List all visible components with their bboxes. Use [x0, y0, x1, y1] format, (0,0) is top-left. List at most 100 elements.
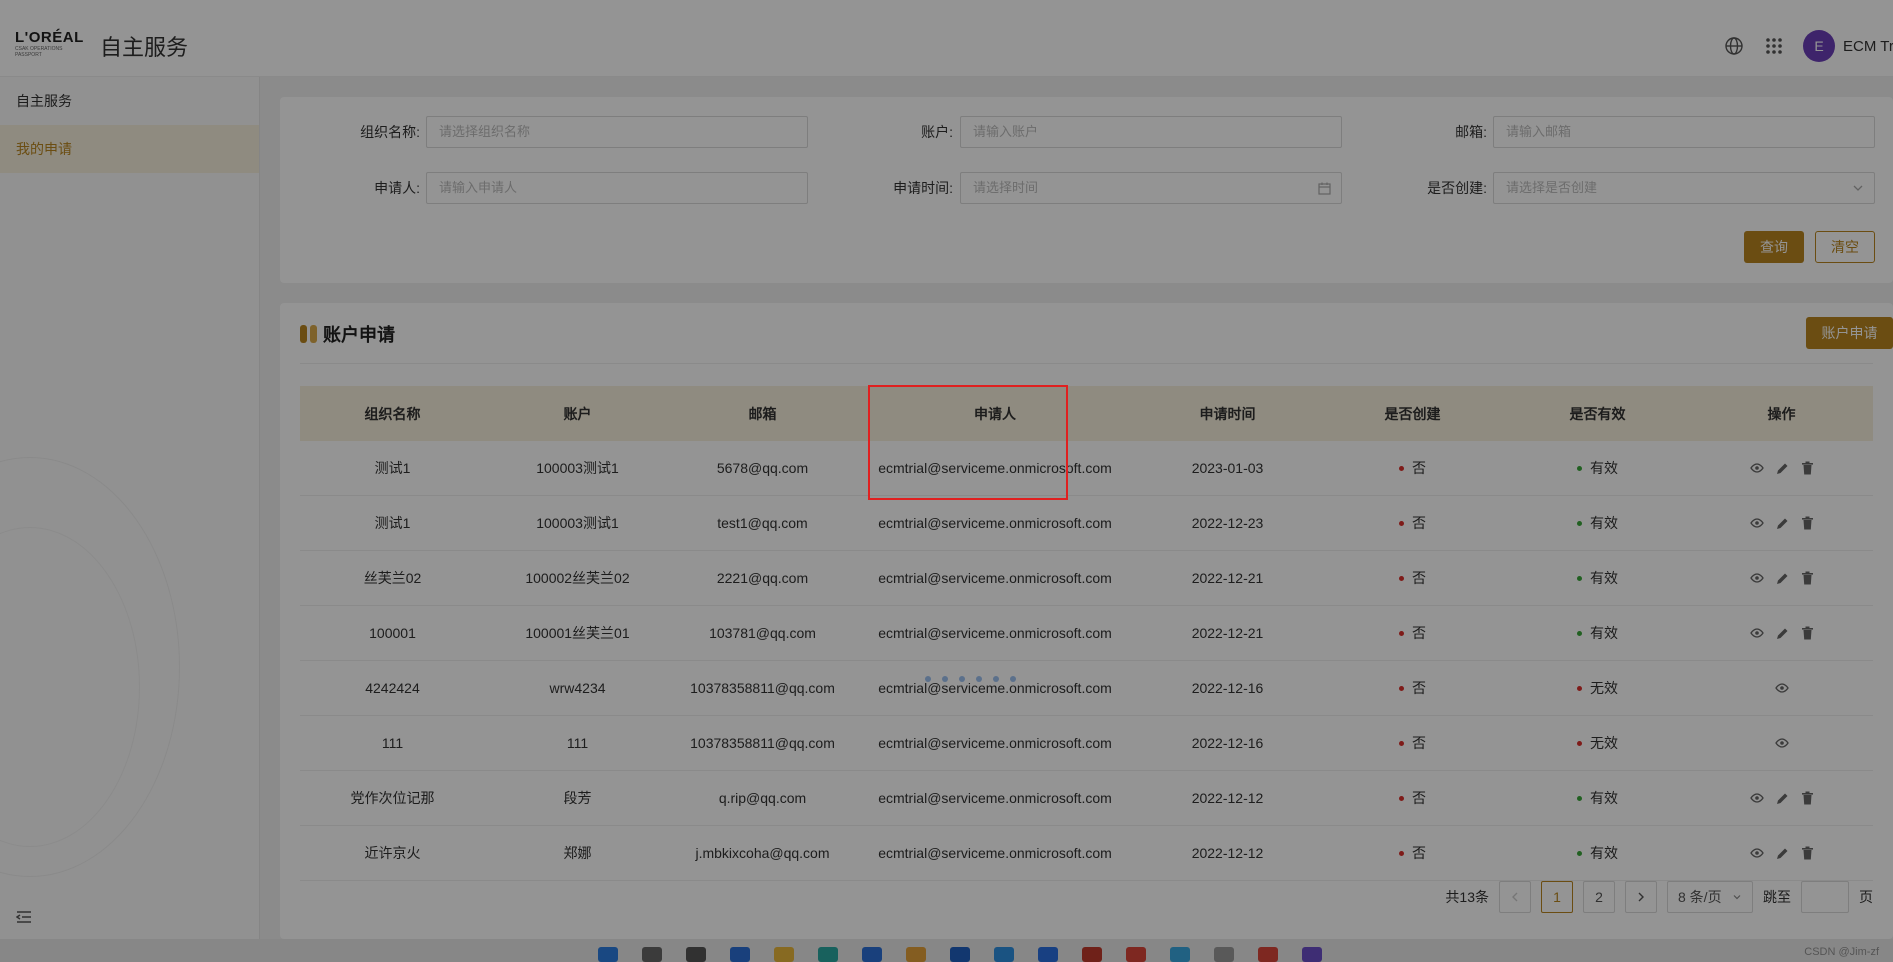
- cell-valid: 有效: [1505, 826, 1690, 880]
- cell-valid: 有效: [1505, 551, 1690, 605]
- valid-status: 有效: [1590, 625, 1618, 641]
- apply-account-button[interactable]: 账户申请: [1806, 317, 1893, 349]
- calendar-icon: [1318, 173, 1331, 206]
- view-icon[interactable]: [1774, 683, 1789, 693]
- task-view-icon[interactable]: [686, 947, 706, 962]
- delete-icon[interactable]: [1801, 571, 1814, 585]
- status-dot: [1577, 795, 1582, 801]
- prev-page-button[interactable]: [1499, 881, 1531, 913]
- page-2-button[interactable]: 2: [1583, 881, 1615, 913]
- page-size-select[interactable]: 8 条/页: [1667, 881, 1753, 913]
- vscode-icon[interactable]: [994, 947, 1014, 962]
- widgets-icon[interactable]: [730, 947, 750, 962]
- cell-created: 否: [1320, 771, 1505, 825]
- globe-icon[interactable]: [1723, 35, 1745, 57]
- store-icon[interactable]: [862, 947, 882, 962]
- app-icon[interactable]: [1038, 947, 1058, 962]
- cell-org: 近许京火: [364, 845, 421, 861]
- page-1-button[interactable]: 1: [1541, 881, 1573, 913]
- cell-created: 否: [1320, 606, 1505, 660]
- status-dot: [1577, 685, 1582, 691]
- view-icon[interactable]: [1774, 738, 1789, 748]
- delete-icon[interactable]: [1801, 791, 1814, 805]
- view-icon[interactable]: [1749, 793, 1764, 803]
- email-input[interactable]: 请输入邮箱: [1493, 116, 1875, 148]
- edit-icon[interactable]: [1776, 792, 1789, 805]
- collapse-menu-icon[interactable]: [15, 910, 32, 927]
- query-button[interactable]: 查询: [1744, 231, 1804, 263]
- search-icon[interactable]: [642, 947, 662, 962]
- view-icon[interactable]: [1749, 573, 1764, 583]
- teams-icon[interactable]: [1302, 947, 1322, 962]
- cell-valid: 有效: [1505, 606, 1690, 660]
- edge-icon[interactable]: [818, 947, 838, 962]
- table-row: 测试1 100003测试1 test1@qq.com ecmtrial@service…: [300, 496, 1873, 551]
- valid-status: 有效: [1590, 515, 1618, 531]
- app-icon[interactable]: [1214, 947, 1234, 962]
- time-picker[interactable]: 请选择时间: [960, 172, 1342, 204]
- chrome-icon[interactable]: [1126, 947, 1146, 962]
- delete-icon[interactable]: [1801, 461, 1814, 475]
- chrome-icon[interactable]: [1258, 947, 1278, 962]
- browser-top-strip: [0, 0, 1893, 12]
- created-status: 否: [1412, 515, 1426, 531]
- chevron-down-icon: [1733, 895, 1741, 900]
- delete-icon[interactable]: [1801, 846, 1814, 860]
- app-icon[interactable]: [1082, 947, 1102, 962]
- main-content: 组织名称: 请选择组织名称 账户: 请输入账户 邮箱: 请输入邮箱 申请人: 请…: [260, 77, 1893, 939]
- cell-actions: [1690, 551, 1873, 605]
- app-icon[interactable]: [906, 947, 926, 962]
- delete-icon[interactable]: [1801, 626, 1814, 640]
- view-icon[interactable]: [1749, 463, 1764, 473]
- org-label: 组织名称:: [360, 124, 420, 140]
- account-input[interactable]: 请输入账户: [960, 116, 1342, 148]
- cell-actions: [1690, 771, 1873, 825]
- edit-icon[interactable]: [1776, 572, 1789, 585]
- user-avatar[interactable]: E: [1803, 30, 1835, 62]
- delete-icon[interactable]: [1801, 516, 1814, 530]
- file-explorer-icon[interactable]: [774, 947, 794, 962]
- valid-status: 有效: [1590, 460, 1618, 476]
- clear-button[interactable]: 清空: [1815, 231, 1875, 263]
- cell-actions: [1690, 716, 1873, 770]
- windows-start-icon[interactable]: [598, 947, 618, 962]
- section-title: 账户申请: [300, 321, 395, 347]
- app-icon[interactable]: [1170, 947, 1190, 962]
- created-status: 否: [1412, 460, 1426, 476]
- cell-actions: [1690, 606, 1873, 660]
- cell-applicant: ecmtrial@serviceme.onmicrosoft.com: [878, 845, 1112, 861]
- view-icon[interactable]: [1749, 848, 1764, 858]
- view-icon[interactable]: [1749, 628, 1764, 638]
- sidebar-item-my-applications[interactable]: 我的申请: [0, 125, 259, 173]
- cell-account: 111: [566, 735, 589, 751]
- jump-page-input[interactable]: [1801, 881, 1849, 913]
- app-title: 自主服务: [100, 35, 189, 60]
- app-header: L'ORÉAL CSAK OPERATIONS PASSPORT 自主服务 E …: [0, 12, 1893, 77]
- app-icon[interactable]: [950, 947, 970, 962]
- cell-created: 否: [1320, 441, 1505, 495]
- created-status: 否: [1412, 570, 1426, 586]
- apps-grid-icon[interactable]: [1763, 35, 1785, 57]
- org-select[interactable]: 请选择组织名称: [426, 116, 808, 148]
- cell-account: wrw4234: [549, 680, 606, 696]
- cell-applicant: ecmtrial@serviceme.onmicrosoft.com: [878, 680, 1112, 696]
- edit-icon[interactable]: [1776, 627, 1789, 640]
- edit-icon[interactable]: [1776, 462, 1789, 475]
- user-name[interactable]: ECM Tri: [1843, 38, 1893, 55]
- cell-time: 2022-12-21: [1191, 625, 1264, 641]
- sidebar-item-self-service[interactable]: 自主服务: [0, 77, 259, 125]
- view-icon[interactable]: [1749, 518, 1764, 528]
- valid-status: 无效: [1590, 735, 1618, 751]
- next-page-button[interactable]: [1625, 881, 1657, 913]
- valid-status: 有效: [1590, 570, 1618, 586]
- valid-status: 有效: [1590, 790, 1618, 806]
- applicant-input[interactable]: 请输入申请人: [426, 172, 808, 204]
- page-unit-label: 页: [1859, 889, 1873, 905]
- column-header: 账户: [563, 405, 592, 422]
- edit-icon[interactable]: [1776, 847, 1789, 860]
- created-select[interactable]: 请选择是否创建: [1493, 172, 1875, 204]
- edit-icon[interactable]: [1776, 517, 1789, 530]
- cell-email: 103781@qq.com: [709, 625, 816, 641]
- cell-time: 2022-12-21: [1191, 570, 1264, 586]
- cell-applicant: ecmtrial@serviceme.onmicrosoft.com: [878, 515, 1112, 531]
